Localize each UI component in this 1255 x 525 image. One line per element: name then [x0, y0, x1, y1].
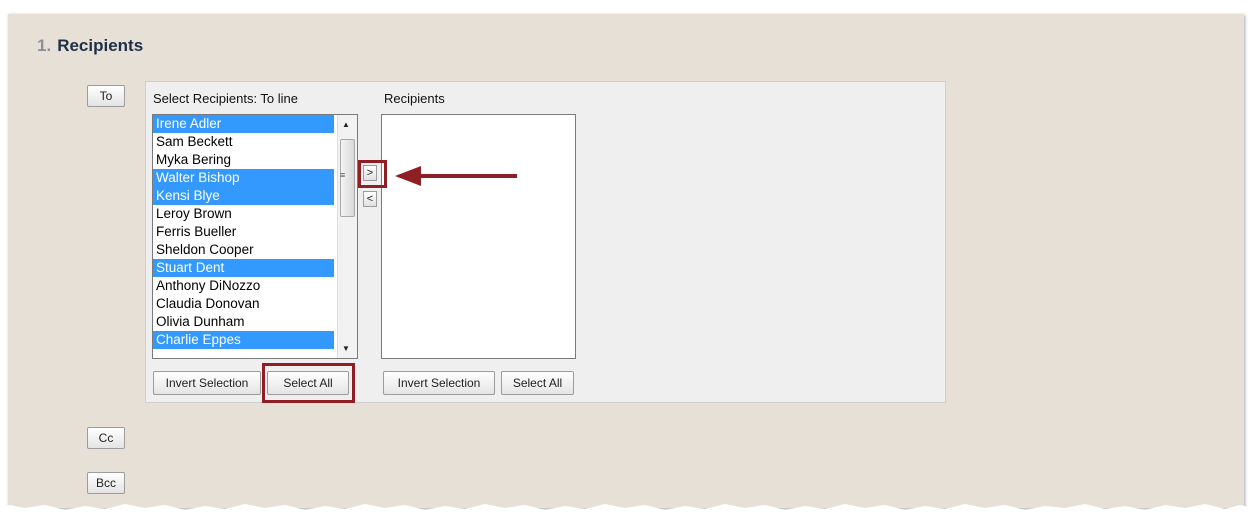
- select-recipients-label: Select Recipients: To line: [153, 91, 299, 106]
- to-button[interactable]: To: [87, 85, 125, 107]
- section-number: 1.: [37, 36, 52, 55]
- callout-arrow-icon: [395, 166, 517, 186]
- recipient-option[interactable]: Irene Adler: [153, 115, 334, 133]
- selected-recipients-list[interactable]: [381, 114, 576, 359]
- scroll-down-icon[interactable]: ▼: [342, 344, 350, 353]
- available-recipients-list[interactable]: Irene Adler Sam Beckett Myka Bering Walter …: [152, 114, 358, 359]
- scroll-up-icon[interactable]: ▲: [342, 120, 350, 129]
- recipients-select-all-button[interactable]: Select All: [501, 371, 574, 395]
- bcc-button[interactable]: Bcc: [87, 472, 125, 494]
- recipient-option[interactable]: Stuart Dent: [153, 259, 334, 277]
- recipient-option[interactable]: Claudia Donovan: [153, 295, 334, 313]
- torn-edge-bottom: [0, 504, 1255, 525]
- section-title: Recipients: [57, 36, 144, 55]
- cc-button[interactable]: Cc: [87, 427, 125, 449]
- recipient-option[interactable]: Myka Bering: [153, 151, 334, 169]
- recipient-option[interactable]: Kensi Blye: [153, 187, 334, 205]
- select-all-highlight: [262, 363, 355, 403]
- grip-icon: ≡: [340, 170, 346, 180]
- recipient-option[interactable]: Walter Bishop: [153, 169, 334, 187]
- recipient-option[interactable]: Olivia Dunham: [153, 313, 334, 331]
- recipient-option[interactable]: Anthony DiNozzo: [153, 277, 334, 295]
- recipient-option[interactable]: Leroy Brown: [153, 205, 334, 223]
- invert-selection-button[interactable]: Invert Selection: [153, 371, 261, 395]
- available-items: Irene Adler Sam Beckett Myka Bering Walter …: [153, 115, 357, 349]
- remove-from-recipients-button[interactable]: <: [363, 191, 377, 207]
- recipient-option[interactable]: Ferris Bueller: [153, 223, 334, 241]
- list-scrollbar[interactable]: ▲ ≡ ▼: [337, 115, 357, 358]
- recipients-invert-selection-button[interactable]: Invert Selection: [383, 371, 495, 395]
- recipient-option[interactable]: Sheldon Cooper: [153, 241, 334, 259]
- add-button-highlight: [358, 160, 387, 188]
- section-heading: 1. Recipients: [37, 36, 143, 56]
- recipients-label: Recipients: [384, 91, 445, 106]
- recipient-option[interactable]: Charlie Eppes: [153, 331, 334, 349]
- recipient-option[interactable]: Sam Beckett: [153, 133, 334, 151]
